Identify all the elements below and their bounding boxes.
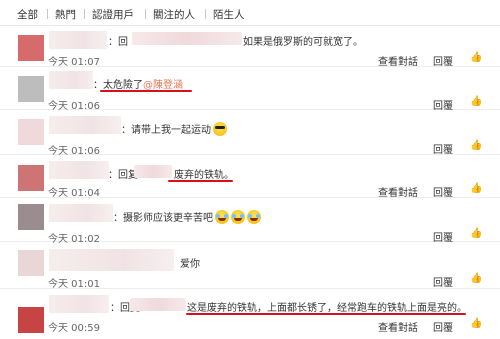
comment-item: ：请带上我一起运动 今天 01:06 回覆 👍: [0, 110, 500, 157]
comment-text: ：太危險了: [93, 80, 143, 91]
avatar[interactable]: [18, 76, 44, 102]
comment-item: ：回 如果是俄罗斯的可就宽了。 今天 01:07 查看對話 回覆 👍: [0, 27, 500, 68]
view-dialog-link[interactable]: 查看對話: [378, 319, 418, 334]
reply-button[interactable]: 回覆: [433, 141, 453, 156]
tab-strangers[interactable]: 陌生人: [213, 7, 245, 22]
avatar[interactable]: [18, 35, 44, 61]
comment-item: ：回复 废弃的铁轨。 今天 01:04 查看對話 回覆 👍: [0, 155, 500, 199]
highlight-underline: [100, 90, 192, 92]
comment-text-body: ：请带上我一起运动: [121, 125, 211, 136]
reply-prefix: ：回: [108, 37, 128, 48]
blurred-reply-target: [132, 32, 242, 45]
tab-divider: [145, 9, 146, 19]
view-dialog-link[interactable]: 查看對話: [378, 53, 418, 68]
blurred-reply-target: [134, 165, 172, 178]
avatar[interactable]: [18, 250, 44, 276]
avatar[interactable]: [18, 204, 44, 230]
avatar[interactable]: [18, 307, 44, 333]
comment-text: 如果是俄罗斯的可就宽了。: [243, 37, 363, 48]
reply-button[interactable]: 回覆: [433, 53, 453, 68]
like-icon[interactable]: 👍: [470, 318, 482, 329]
username[interactable]: [49, 71, 93, 89]
username[interactable]: [49, 161, 109, 179]
comment-time: 今天 00:59: [48, 323, 100, 334]
username[interactable]: [49, 31, 107, 49]
tab-verified-users[interactable]: 認證用戶: [92, 7, 134, 22]
view-dialog-link[interactable]: 查看對話: [378, 184, 418, 199]
avatar[interactable]: [18, 165, 44, 191]
like-icon[interactable]: 👍: [470, 183, 482, 194]
comment-time: 今天 01:01: [48, 279, 100, 290]
filter-tabs: 全部 熱門 認證用戶 關注的人 陌生人: [0, 0, 500, 26]
laugh-emoji-icon: [231, 210, 245, 224]
comment-text: 爱你: [180, 259, 200, 270]
comment-text-body: ：摄影师应该更辛苦吧: [113, 213, 213, 224]
comment-time: 今天 01:07: [48, 57, 100, 68]
laugh-emoji-icon: [247, 210, 261, 224]
username[interactable]: [49, 249, 174, 271]
reply-button[interactable]: 回覆: [433, 184, 453, 199]
comment-time: 今天 01:04: [48, 188, 100, 199]
comment-item: ：回复 这是废弃的铁轨，上面都长锈了，经常跑车的铁轨上面是亮的。 今天 00:5…: [0, 289, 500, 339]
highlight-underline: [186, 313, 466, 315]
comment-text: ：摄影师应该更辛苦吧: [113, 209, 261, 224]
like-icon[interactable]: 👍: [470, 140, 482, 151]
blurred-reply-target: [130, 298, 186, 311]
comment-text: ：请带上我一起运动: [121, 121, 227, 136]
tab-divider: [205, 9, 206, 19]
username[interactable]: [49, 204, 113, 222]
tab-following[interactable]: 關注的人: [153, 7, 195, 22]
reply-button[interactable]: 回覆: [433, 274, 453, 289]
like-icon[interactable]: 👍: [470, 273, 482, 284]
tab-hot[interactable]: 熱門: [55, 7, 76, 22]
highlight-underline: [168, 180, 233, 182]
tab-divider: [47, 9, 48, 19]
comment-text: 废弃的铁轨。: [174, 170, 234, 181]
comment-item: ：太危險了 @陳登涵 今天 01:06 回覆 👍: [0, 67, 500, 112]
like-icon[interactable]: 👍: [470, 96, 482, 107]
like-icon[interactable]: 👍: [470, 52, 482, 63]
mention-link[interactable]: @陳登涵: [143, 76, 183, 91]
username[interactable]: [49, 295, 109, 313]
cool-emoji-icon: [213, 122, 227, 136]
tab-all[interactable]: 全部: [17, 7, 38, 22]
laugh-emoji-icon: [215, 210, 229, 224]
comment-text: 这是废弃的铁轨，上面都长锈了，经常跑车的铁轨上面是亮的。: [187, 303, 467, 314]
reply-button[interactable]: 回覆: [433, 319, 453, 334]
username[interactable]: [49, 116, 121, 134]
like-icon[interactable]: 👍: [470, 228, 482, 239]
tab-divider: [84, 9, 85, 19]
avatar[interactable]: [18, 119, 44, 145]
comment-item: ：摄影师应该更辛苦吧 今天 01:02 回覆 👍: [0, 198, 500, 245]
comment-item: 爱你 今天 01:01 回覆 👍: [0, 242, 500, 290]
